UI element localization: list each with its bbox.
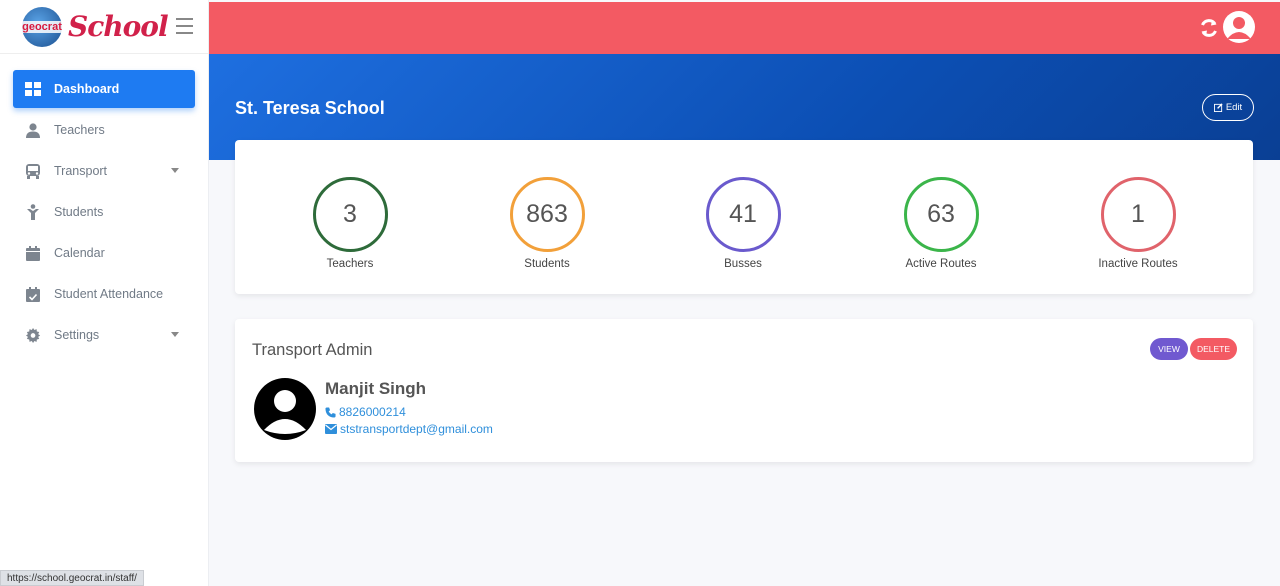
sidebar-item-label: Transport bbox=[54, 164, 108, 178]
stat-inactive-routes[interactable]: 1 Inactive Routes bbox=[1078, 177, 1198, 270]
page-title: St. Teresa School bbox=[235, 98, 385, 118]
person-icon bbox=[24, 122, 42, 138]
stat-busses[interactable]: 41 Busses bbox=[683, 177, 803, 270]
stats-card: 3 Teachers 863 Students 41 Busses 63 Act… bbox=[235, 140, 1253, 294]
student-icon bbox=[24, 204, 42, 220]
transport-admin-card: Transport Admin VIEW DELETE Manjit Singh… bbox=[235, 319, 1253, 462]
sidebar-nav: Dashboard Teachers Transport Students Ca… bbox=[0, 54, 208, 354]
card-heading: Transport Admin bbox=[252, 341, 373, 359]
calendar-check-icon bbox=[24, 286, 42, 302]
logo-bar: geocrat School bbox=[0, 0, 208, 54]
sidebar-item-transport[interactable]: Transport bbox=[13, 152, 195, 190]
sidebar-item-label: Settings bbox=[54, 328, 100, 342]
stat-label: Teachers bbox=[326, 258, 374, 270]
globe-logo-icon: geocrat bbox=[21, 6, 63, 47]
stat-value: 41 bbox=[705, 177, 781, 252]
stat-value: 1 bbox=[1100, 177, 1176, 252]
admin-phone-link[interactable]: 8826000214 bbox=[325, 405, 406, 419]
stat-value: 63 bbox=[903, 177, 979, 252]
calendar-icon bbox=[24, 245, 42, 261]
top-header-bar bbox=[209, 2, 1280, 54]
stat-label: Busses bbox=[724, 258, 762, 270]
bus-icon bbox=[24, 163, 42, 179]
browser-status-bar: https://school.geocrat.in/staff/ bbox=[0, 570, 144, 586]
sidebar: geocrat School Dashboard Teachers Transp… bbox=[0, 0, 209, 586]
stat-label: Students bbox=[524, 258, 570, 270]
sidebar-item-label: Students bbox=[54, 205, 104, 219]
phone-icon bbox=[325, 406, 336, 418]
sidebar-item-calendar[interactable]: Calendar bbox=[13, 234, 195, 272]
chevron-down-icon bbox=[171, 168, 179, 173]
stat-students[interactable]: 863 Students bbox=[487, 177, 607, 270]
hamburger-menu-icon[interactable] bbox=[176, 18, 193, 39]
admin-name: Manjit Singh bbox=[325, 379, 427, 398]
stat-teachers[interactable]: 3 Teachers bbox=[290, 177, 410, 270]
sidebar-item-students[interactable]: Students bbox=[13, 193, 195, 231]
edit-button[interactable]: Edit bbox=[1202, 94, 1254, 121]
user-icon[interactable] bbox=[1223, 11, 1255, 43]
stat-label: Active Routes bbox=[905, 258, 977, 270]
chevron-down-icon bbox=[171, 332, 179, 337]
sidebar-item-label: Student Attendance bbox=[54, 287, 164, 301]
envelope-icon bbox=[325, 424, 337, 434]
stat-active-routes[interactable]: 63 Active Routes bbox=[881, 177, 1001, 270]
avatar bbox=[254, 378, 316, 440]
brand-globe-text: geocrat bbox=[21, 20, 63, 33]
delete-button[interactable]: DELETE bbox=[1190, 338, 1237, 360]
sidebar-item-label: Teachers bbox=[54, 123, 105, 137]
admin-email: ststransportdept@gmail.com bbox=[340, 422, 493, 436]
gear-icon bbox=[24, 327, 42, 343]
sidebar-item-label: Dashboard bbox=[54, 82, 120, 96]
admin-email-link[interactable]: ststransportdept@gmail.com bbox=[325, 422, 493, 436]
dashboard-icon bbox=[24, 81, 42, 97]
view-button[interactable]: VIEW bbox=[1150, 338, 1188, 360]
edit-icon bbox=[1213, 103, 1223, 112]
admin-phone: 8826000214 bbox=[339, 405, 406, 419]
stat-value: 863 bbox=[509, 177, 585, 252]
sidebar-item-label: Calendar bbox=[54, 246, 105, 260]
sidebar-item-settings[interactable]: Settings bbox=[13, 316, 195, 354]
stat-value: 3 bbox=[312, 177, 388, 252]
refresh-icon[interactable] bbox=[1198, 17, 1220, 39]
sidebar-item-student-attendance[interactable]: Student Attendance bbox=[13, 275, 195, 313]
sidebar-item-teachers[interactable]: Teachers bbox=[13, 111, 195, 149]
edit-button-label: Edit bbox=[1225, 102, 1243, 113]
sidebar-item-dashboard[interactable]: Dashboard bbox=[13, 70, 195, 108]
stat-label: Inactive Routes bbox=[1098, 258, 1178, 270]
brand-name: School bbox=[68, 10, 169, 43]
